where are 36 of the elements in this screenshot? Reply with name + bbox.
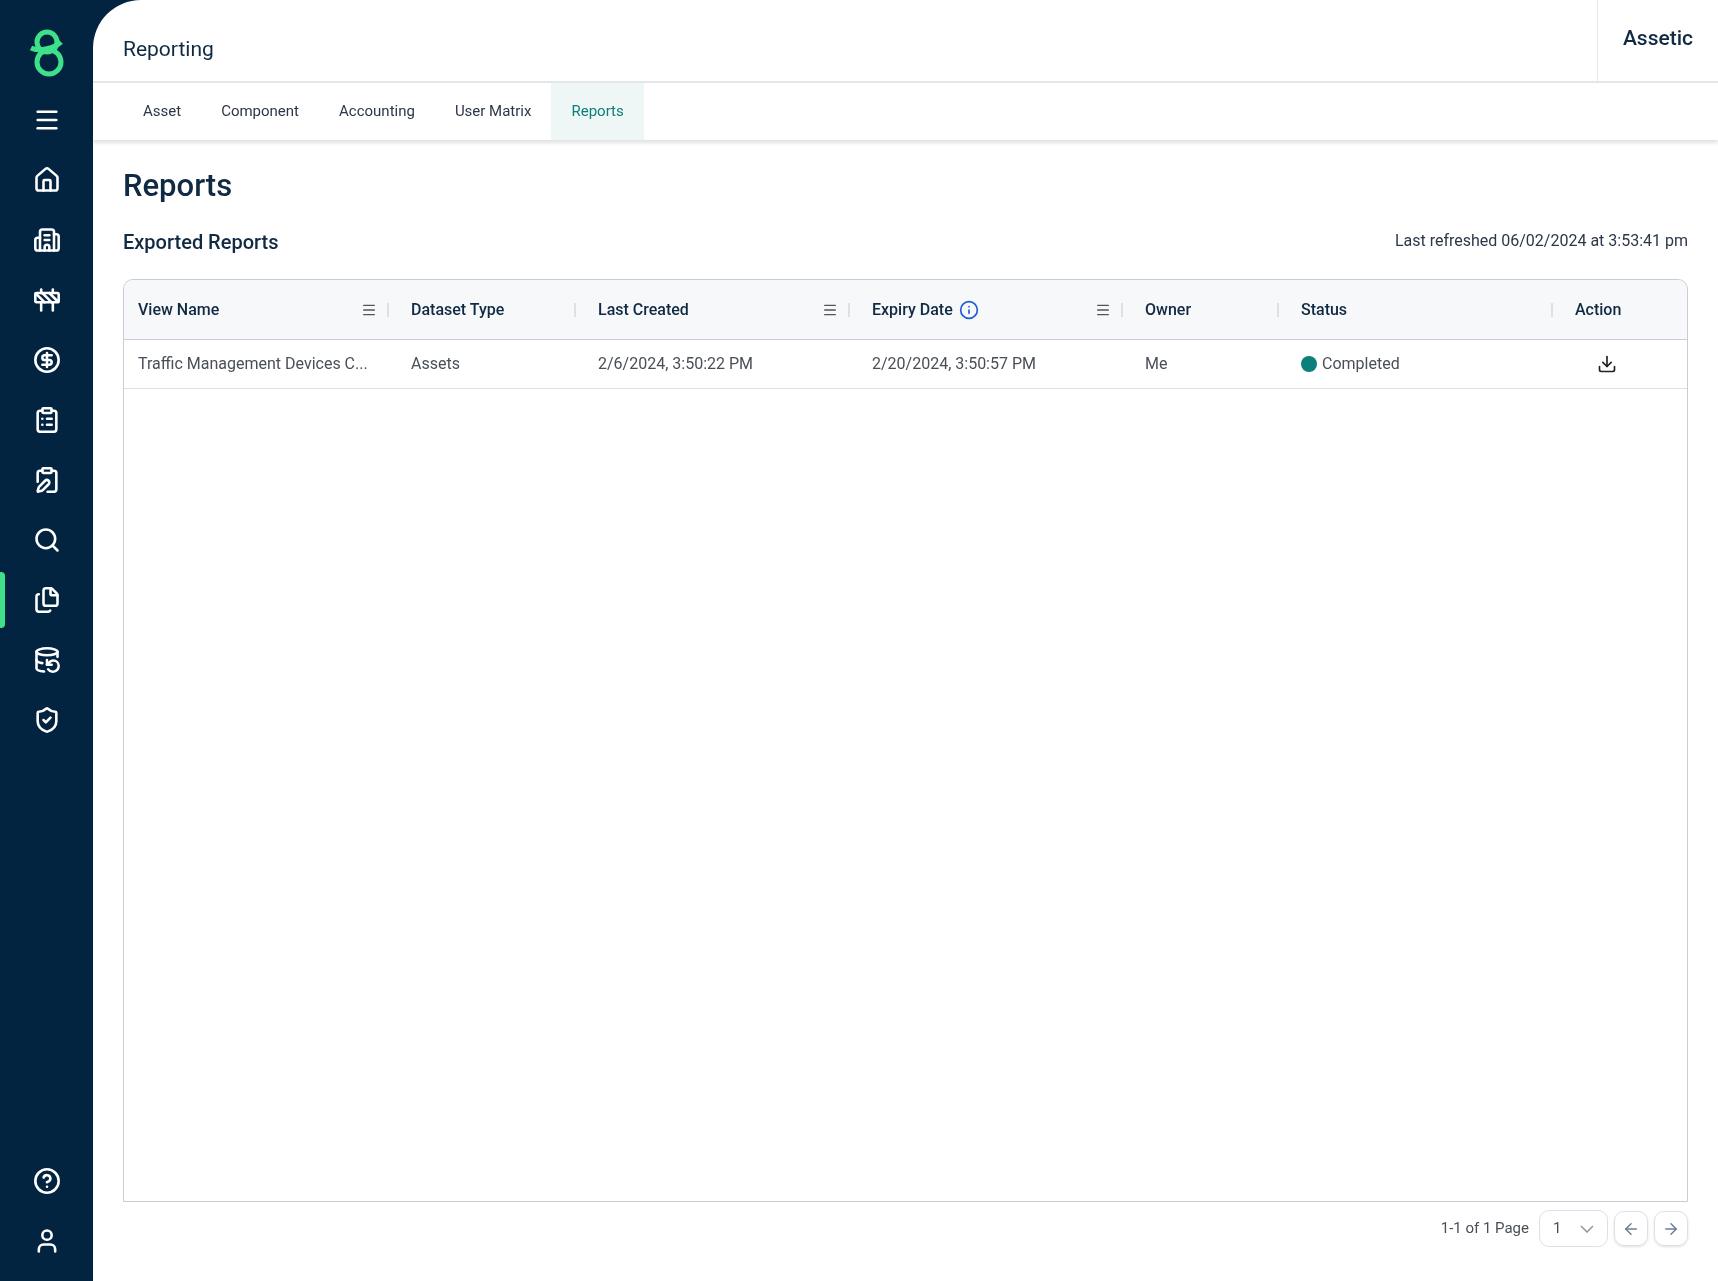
tab[interactable]: Component <box>201 83 320 140</box>
download-icon[interactable] <box>1597 354 1617 374</box>
column-header: Owner <box>1145 298 1192 321</box>
column-header: Expiry Date <box>872 298 953 321</box>
search-icon[interactable] <box>32 526 61 554</box>
column-header: Action <box>1575 298 1622 321</box>
next-page-button[interactable] <box>1654 1211 1688 1246</box>
table-cell-text: 2/6/2024, 3:50:22 PM <box>597 353 754 375</box>
pagination-summary: 1-1 of 1 Page <box>1440 1218 1529 1240</box>
brand-name: Assetic <box>1597 0 1718 81</box>
tab[interactable]: Reports <box>551 83 644 140</box>
info-icon[interactable] <box>958 299 979 320</box>
status-text: Completed <box>1322 353 1400 375</box>
column-header: Status <box>1301 298 1348 321</box>
column-header: Last Created <box>598 298 689 321</box>
tab[interactable]: User Matrix <box>434 83 552 140</box>
building-icon[interactable] <box>32 226 61 254</box>
documents-icon[interactable] <box>32 586 61 614</box>
previous-page-button[interactable] <box>1614 1211 1648 1246</box>
last-refreshed-text: Last refreshed 06/02/2024 at 3:53:41 pm <box>1394 230 1688 252</box>
app-title: Reporting <box>122 36 215 63</box>
table-cell-text: Me <box>1144 353 1169 375</box>
help-icon[interactable] <box>32 1167 61 1195</box>
tab[interactable]: Asset <box>123 83 202 140</box>
page-title: Reports <box>123 170 234 201</box>
tab[interactable]: Accounting <box>319 83 435 140</box>
table-cell-text: Traffic Management Devices C... <box>137 353 369 375</box>
column-header: View Name <box>138 298 220 321</box>
table-cell-text: 2/20/2024, 3:50:57 PM <box>871 353 1037 375</box>
home-icon[interactable] <box>32 166 61 194</box>
dollar-icon[interactable] <box>32 346 61 374</box>
section-title: Exported Reports <box>123 229 279 256</box>
chevron-down-icon <box>1580 1224 1594 1233</box>
table-cell-text: Assets <box>410 353 461 375</box>
page-select[interactable]: 1 <box>1539 1210 1608 1247</box>
column-header: Dataset Type <box>411 298 505 321</box>
